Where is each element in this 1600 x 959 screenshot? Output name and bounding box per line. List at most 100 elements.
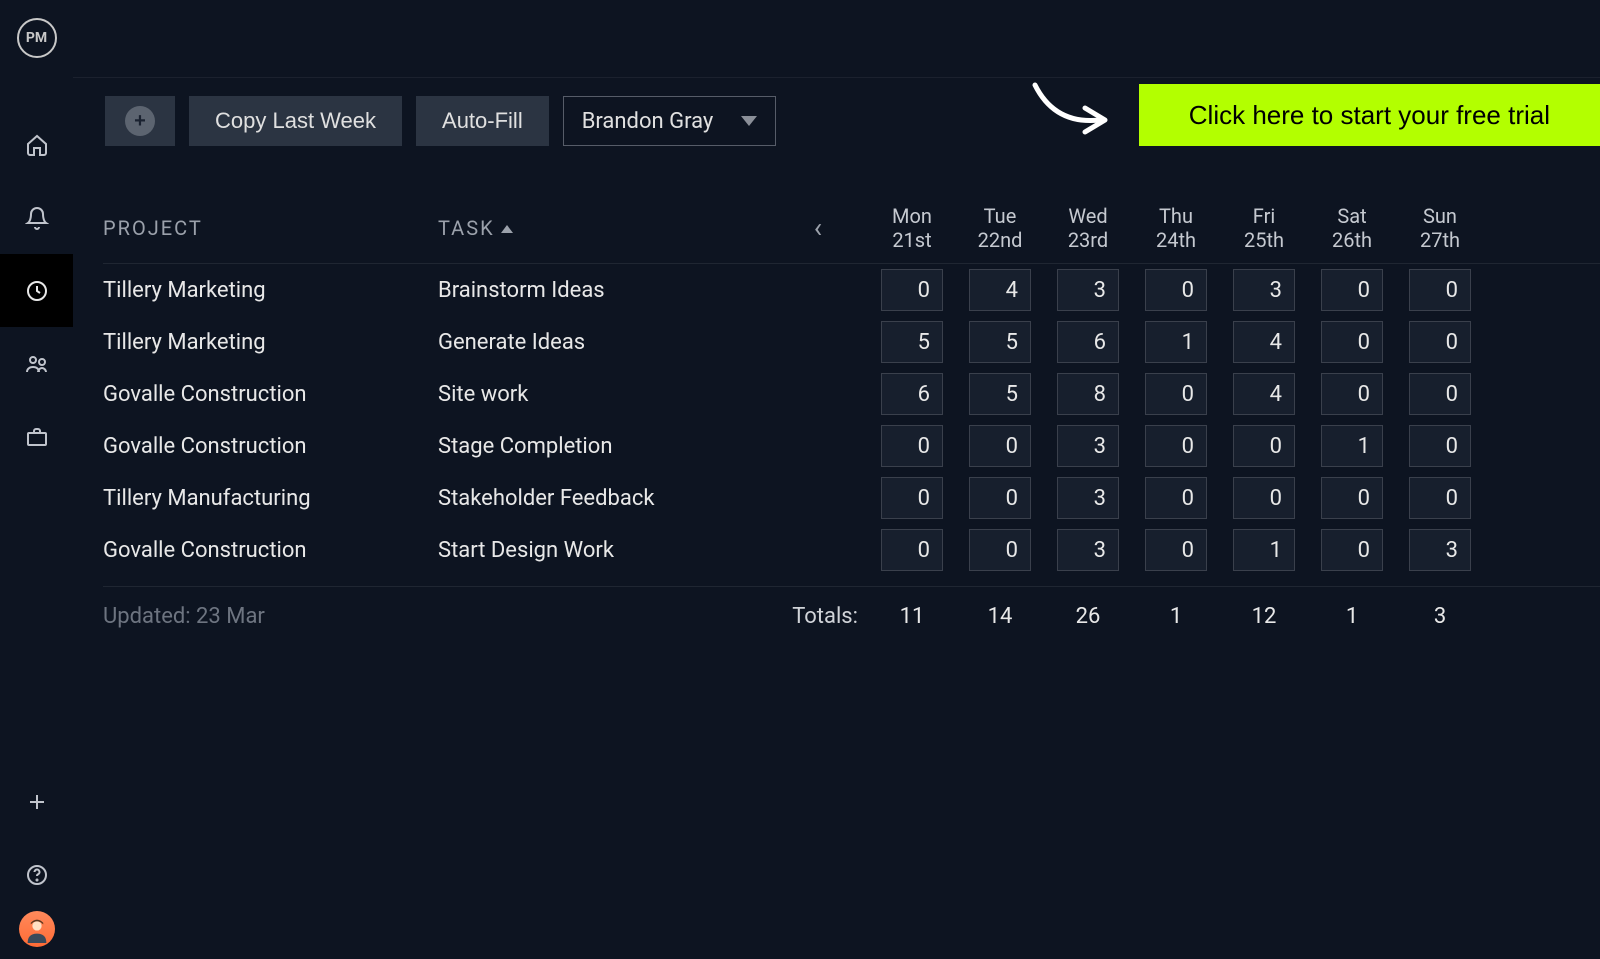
project-cell: Tillery Marketing [103,278,438,303]
people-icon [25,352,49,376]
hour-input[interactable]: 0 [881,529,943,571]
day-col-1: Tue22nd [956,204,1044,252]
hour-input[interactable]: 0 [969,425,1031,467]
project-cell: Govalle Construction [103,434,438,459]
hour-input[interactable]: 5 [969,373,1031,415]
hour-input[interactable]: 0 [1233,477,1295,519]
sort-asc-icon [501,225,513,233]
sidebar: PM [0,0,73,959]
help-icon [25,863,49,887]
col-project: PROJECT [103,216,438,240]
nav-notifications[interactable] [0,181,73,254]
hour-input[interactable]: 0 [1321,477,1383,519]
col-task[interactable]: TASK [438,216,768,240]
totals-row: Updated: 23 Mar Totals: 11 14 26 1 12 1 … [103,586,1600,646]
task-cell: Start Design Work [438,538,768,563]
table-row: Tillery MarketingGenerate Ideas5561400 [103,316,1600,368]
hour-input[interactable]: 0 [1321,373,1383,415]
hour-input[interactable]: 6 [1057,321,1119,363]
hour-input[interactable]: 0 [1321,529,1383,571]
hour-input[interactable]: 0 [1409,321,1471,363]
bell-icon [25,206,49,230]
grid-body: Tillery MarketingBrainstorm Ideas0430300… [103,264,1600,576]
hour-input[interactable]: 0 [1321,269,1383,311]
hour-input[interactable]: 6 [881,373,943,415]
avatar[interactable] [19,911,55,947]
hour-input[interactable]: 1 [1233,529,1295,571]
hour-input[interactable]: 0 [1145,373,1207,415]
hour-input[interactable]: 3 [1057,425,1119,467]
week-nav-prev[interactable]: ‹ [768,211,868,244]
project-cell: Govalle Construction [103,382,438,407]
table-row: Govalle ConstructionSite work6580400 [103,368,1600,420]
hour-input[interactable]: 0 [881,425,943,467]
task-cell: Brainstorm Ideas [438,278,768,303]
nav-add[interactable] [0,765,73,838]
logo[interactable]: PM [17,18,57,58]
autofill-button[interactable]: Auto-Fill [416,96,549,146]
hour-input[interactable]: 3 [1409,529,1471,571]
nav-home[interactable] [0,108,73,181]
hour-input[interactable]: 3 [1057,529,1119,571]
hour-input[interactable]: 0 [969,477,1031,519]
hour-input[interactable]: 5 [881,321,943,363]
chevron-left-icon: ‹ [814,211,822,244]
briefcase-icon [25,425,49,449]
hour-input[interactable]: 0 [1233,425,1295,467]
hour-input[interactable]: 3 [1057,269,1119,311]
hour-input[interactable]: 0 [1145,477,1207,519]
hour-input[interactable]: 0 [1145,269,1207,311]
hour-input[interactable]: 1 [1321,425,1383,467]
project-cell: Tillery Manufacturing [103,486,438,511]
hour-input[interactable]: 1 [1145,321,1207,363]
hour-input[interactable]: 0 [1145,425,1207,467]
hour-input[interactable]: 0 [881,269,943,311]
nav-help[interactable] [0,838,73,911]
project-cell: Govalle Construction [103,538,438,563]
nav-work[interactable] [0,400,73,473]
hour-input[interactable]: 0 [1409,269,1471,311]
totals-label: Totals: [768,604,868,629]
nav-time[interactable] [0,254,73,327]
task-cell: Site work [438,382,768,407]
hour-input[interactable]: 0 [1145,529,1207,571]
copy-last-week-button[interactable]: Copy Last Week [189,96,402,146]
arrow-icon [1025,80,1115,150]
total-6: 3 [1396,604,1484,629]
hour-input[interactable]: 0 [969,529,1031,571]
hour-input[interactable]: 3 [1057,477,1119,519]
day-col-6: Sun27th [1396,204,1484,252]
task-cell: Stakeholder Feedback [438,486,768,511]
hour-input[interactable]: 0 [1409,425,1471,467]
hour-input[interactable]: 4 [1233,373,1295,415]
plus-circle-icon: + [125,106,155,136]
hour-input[interactable]: 0 [1321,321,1383,363]
hour-input[interactable]: 0 [881,477,943,519]
task-cell: Stage Completion [438,434,768,459]
total-1: 14 [956,604,1044,629]
hour-input[interactable]: 5 [969,321,1031,363]
timesheet-grid: PROJECT TASK ‹ Mon21st Tue22nd Wed23rd T… [73,164,1600,646]
clock-icon [25,279,49,303]
user-select[interactable]: Brandon Gray [563,96,777,146]
hour-input[interactable]: 4 [1233,321,1295,363]
table-row: Govalle ConstructionStart Design Work003… [103,524,1600,576]
hour-input[interactable]: 0 [1409,477,1471,519]
hour-input[interactable]: 0 [1409,373,1471,415]
hour-input[interactable]: 8 [1057,373,1119,415]
table-row: Tillery MarketingBrainstorm Ideas0430300 [103,264,1600,316]
home-icon [25,133,49,157]
chevron-down-icon [741,116,757,126]
cta-free-trial[interactable]: Click here to start your free trial [1139,84,1600,146]
day-col-4: Fri25th [1220,204,1308,252]
table-row: Tillery ManufacturingStakeholder Feedbac… [103,472,1600,524]
add-button[interactable]: + [105,96,175,146]
hour-input[interactable]: 3 [1233,269,1295,311]
project-cell: Tillery Marketing [103,330,438,355]
hour-input[interactable]: 4 [969,269,1031,311]
nav-people[interactable] [0,327,73,400]
total-4: 12 [1220,604,1308,629]
total-5: 1 [1308,604,1396,629]
day-col-3: Thu24th [1132,204,1220,252]
task-cell: Generate Ideas [438,330,768,355]
